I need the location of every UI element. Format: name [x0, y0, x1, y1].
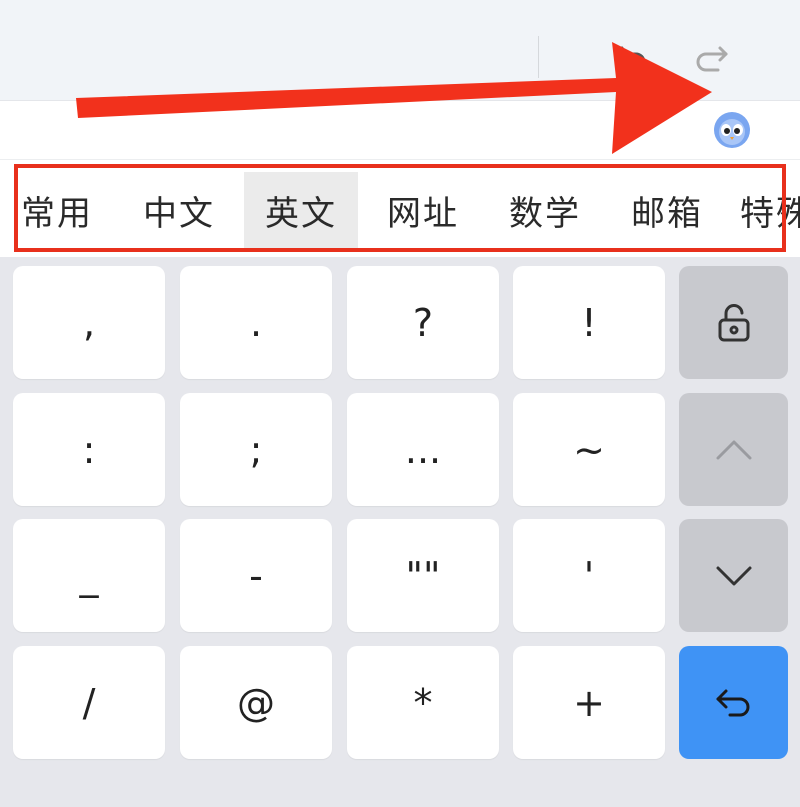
tab-zhongwen[interactable]: 中文: [122, 172, 236, 248]
redo-icon[interactable]: [692, 38, 732, 78]
key-comma[interactable]: ,: [13, 266, 165, 379]
key-hyphen[interactable]: -: [180, 519, 332, 632]
key-period[interactable]: .: [180, 266, 332, 379]
tab-shuxue[interactable]: 数学: [488, 172, 602, 248]
key-ellipsis[interactable]: ...: [347, 393, 499, 506]
key-single-quote[interactable]: ': [513, 519, 665, 632]
undo-icon[interactable]: [610, 38, 650, 78]
key-slash[interactable]: /: [13, 646, 165, 759]
page-down-key[interactable]: [679, 519, 788, 632]
page-up-key[interactable]: [679, 393, 788, 506]
tab-wangzhi[interactable]: 网址: [366, 172, 480, 248]
editor-top-bar: [0, 0, 800, 101]
tab-changyong[interactable]: 常用: [0, 172, 114, 248]
enter-key[interactable]: [679, 646, 788, 759]
enter-icon: [716, 689, 749, 716]
key-question[interactable]: ?: [347, 266, 499, 379]
tab-teshu[interactable]: 特殊: [740, 172, 800, 248]
input-toolbar: [0, 101, 800, 160]
tab-yingwen[interactable]: 英文: [244, 172, 358, 248]
key-tilde[interactable]: ~: [513, 393, 665, 506]
key-underscore[interactable]: _: [13, 519, 165, 632]
key-colon[interactable]: :: [13, 393, 165, 506]
tab-youxiang[interactable]: 邮箱: [610, 172, 724, 248]
lock-key[interactable]: [679, 266, 788, 379]
chevron-up-icon: [716, 440, 751, 459]
key-at[interactable]: @: [180, 646, 332, 759]
toolbar-divider: [538, 36, 539, 78]
lock-icon: [718, 303, 749, 341]
key-semicolon[interactable]: ;: [180, 393, 332, 506]
chevron-down-icon: [716, 566, 751, 585]
mascot-icon[interactable]: [712, 110, 752, 150]
key-plus[interactable]: +: [513, 646, 665, 759]
key-asterisk[interactable]: *: [347, 646, 499, 759]
key-exclamation[interactable]: !: [513, 266, 665, 379]
symbol-keyboard: , . ? ! : ; ... ~ _ - "" ' / @ * +: [0, 257, 800, 807]
key-double-quote[interactable]: "": [347, 519, 499, 632]
symbol-category-bar: 常用 中文 英文 网址 数学 邮箱 特殊: [0, 160, 800, 257]
